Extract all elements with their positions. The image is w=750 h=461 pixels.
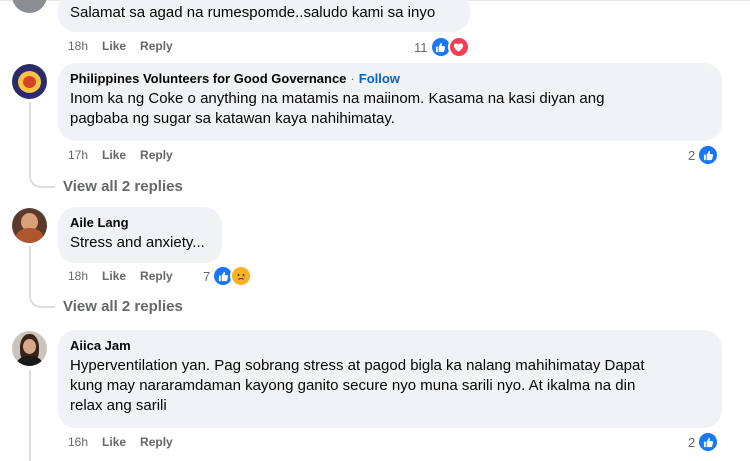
thread-line (29, 102, 31, 168)
avatar[interactable] (12, 331, 47, 366)
comment-text: Stress and anxiety... (70, 234, 205, 251)
reaction-count: 7 (203, 268, 211, 284)
comment-actions: 18h Like Reply (68, 38, 173, 54)
like-button[interactable]: Like (102, 147, 126, 163)
sad-icon (230, 265, 253, 287)
separator-dot: · (350, 71, 355, 86)
comment-text-line: Inom ka ng Coke o anything na matamis na… (70, 90, 605, 107)
reaction-count: 2 (688, 434, 696, 450)
reaction-count: 11 (414, 39, 428, 55)
comment-timestamp[interactable]: 16h (68, 434, 88, 450)
like-icon (697, 431, 720, 453)
comment-timestamp[interactable]: 17h (68, 147, 88, 163)
comment-author-row: Aile Lang (70, 214, 210, 231)
thread-connector (29, 166, 55, 188)
reply-button[interactable]: Reply (140, 268, 173, 284)
reply-button[interactable]: Reply (140, 434, 173, 450)
thread-line (29, 246, 31, 288)
comment-actions: 17h Like Reply (68, 147, 173, 163)
thread-line (29, 370, 31, 461)
avatar[interactable] (12, 64, 47, 99)
comment-timestamp[interactable]: 18h (68, 268, 88, 284)
like-button[interactable]: Like (102, 268, 126, 284)
reaction-summary[interactable]: 2 (688, 144, 720, 166)
love-icon (447, 36, 470, 58)
comment-author-row: Aiica Jam (70, 337, 710, 354)
thread-connector (29, 286, 55, 308)
reaction-summary[interactable]: 2 (688, 431, 720, 453)
comment-text-line: relax ang sarili (70, 397, 167, 414)
comment-text-line: pagbaba ng sugar sa katawan kaya nahihim… (70, 110, 395, 127)
comment-actions: 16h Like Reply (68, 434, 173, 450)
comment-timestamp[interactable]: 18h (68, 38, 88, 54)
reply-button[interactable]: Reply (140, 38, 173, 54)
view-replies-link[interactable]: View all 2 replies (63, 297, 183, 317)
view-replies-link[interactable]: View all 2 replies (63, 177, 183, 197)
comment-text: Salamat sa agad na rumespomde..saludo ka… (70, 4, 436, 21)
comment-bubble: Aiica Jam Hyperventilation yan. Pag sobr… (58, 330, 722, 428)
comment-author[interactable]: Philippines Volunteers for Good Governan… (70, 70, 346, 87)
avatar[interactable] (12, 0, 47, 13)
avatar[interactable] (12, 208, 47, 243)
comment-bubble: Philippines Volunteers for Good Governan… (58, 63, 722, 141)
like-icon (697, 144, 720, 166)
comment-author[interactable]: Aile Lang (70, 214, 129, 231)
like-button[interactable]: Like (102, 434, 126, 450)
comment-text-line: kung may nararamdaman kayong ganito secu… (70, 377, 636, 394)
comment-author[interactable]: Aiica Jam (70, 337, 131, 354)
reply-button[interactable]: Reply (140, 147, 173, 163)
comment-bubble: Aile Lang Stress and anxiety... (58, 207, 222, 263)
follow-button[interactable]: Follow (359, 70, 400, 87)
like-button[interactable]: Like (102, 38, 126, 54)
comment-text-line: Hyperventilation yan. Pag sobrang stress… (70, 357, 645, 374)
reaction-summary[interactable]: 11 (414, 36, 470, 58)
comment-author-row: Philippines Volunteers for Good Governan… (70, 70, 710, 87)
comment-bubble: Salamat sa agad na rumespomde..saludo ka… (58, 0, 470, 32)
reaction-summary[interactable]: 7 (203, 265, 253, 287)
reaction-count: 2 (688, 147, 696, 163)
comment-actions: 18h Like Reply (68, 268, 173, 284)
